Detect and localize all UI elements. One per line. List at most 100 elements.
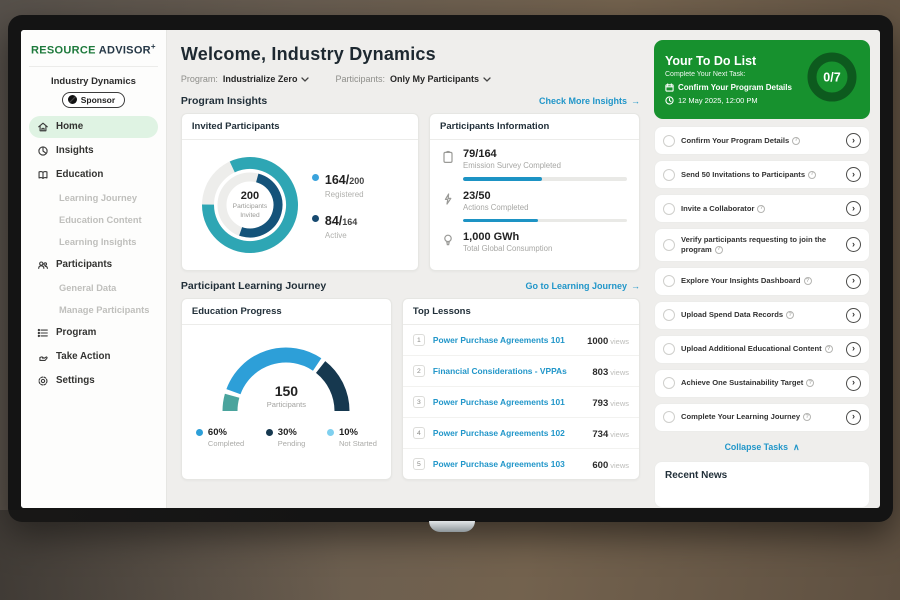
info-icon[interactable]: ? <box>825 345 833 353</box>
active-dot-icon <box>312 215 319 222</box>
insights-icon <box>37 145 49 157</box>
task-open-button[interactable]: › <box>846 274 861 289</box>
task-row-complete-learning-journey[interactable]: Complete Your Learning Journey? › <box>654 403 870 432</box>
task-checkbox[interactable] <box>663 377 675 389</box>
sidebar-item-label: Education Content <box>59 215 142 225</box>
info-icon[interactable]: ? <box>715 246 723 254</box>
sidebar-item-take-action[interactable]: Take Action <box>29 346 158 368</box>
sidebar-item-home[interactable]: Home <box>29 116 158 138</box>
sidebar-item-insights[interactable]: Insights <box>29 140 158 162</box>
task-row-send-invitations[interactable]: Send 50 Invitations to Participants? › <box>654 160 870 189</box>
info-icon[interactable]: ? <box>757 205 765 213</box>
task-checkbox[interactable] <box>663 169 675 181</box>
sidebar-item-participants[interactable]: Participants <box>29 254 158 276</box>
info-icon[interactable]: ? <box>792 137 800 145</box>
chevron-right-icon: › <box>852 276 855 285</box>
task-open-button[interactable]: › <box>846 237 861 252</box>
info-icon[interactable]: ? <box>804 277 812 285</box>
program-icon <box>37 327 49 339</box>
program-filter-dropdown[interactable]: Industrialize Zero <box>223 74 310 84</box>
lesson-link[interactable]: Power Purchase Agreements 102 <box>433 428 585 438</box>
page-title: Welcome, Industry Dynamics <box>181 44 640 65</box>
task-row-upload-spend-data[interactable]: Upload Spend Data Records? › <box>654 301 870 330</box>
take-action-icon <box>37 351 49 363</box>
task-open-button[interactable]: › <box>846 342 861 357</box>
task-row-verify-participants[interactable]: Verify participants requesting to join t… <box>654 228 870 262</box>
card-title: Invited Participants <box>182 114 418 140</box>
lesson-row: 2 Financial Considerations - VPPAs 803vi… <box>403 356 639 387</box>
info-icon[interactable]: ? <box>786 311 794 319</box>
sidebar-item-manage-participants[interactable]: Manage Participants <box>29 300 158 320</box>
task-open-button[interactable]: › <box>846 167 861 182</box>
task-row-invite-collaborator[interactable]: Invite a Collaborator? › <box>654 194 870 223</box>
sidebar-item-program[interactable]: Program <box>29 322 158 344</box>
logo-word-advisor: ADVISOR <box>99 45 151 57</box>
participants-filter-label: Participants: <box>335 74 385 84</box>
top-lessons-card: Top Lessons 1 Power Purchase Agreements … <box>402 298 640 480</box>
legend-item-pending: 30% Pending <box>266 427 306 448</box>
education-progress-card: Education Progress 150 Participants 60% <box>181 298 392 480</box>
task-checkbox[interactable] <box>663 203 675 215</box>
task-open-button[interactable]: › <box>846 201 861 216</box>
task-checkbox[interactable] <box>663 275 675 287</box>
lesson-link[interactable]: Power Purchase Agreements 103 <box>433 459 585 469</box>
todo-next-task: Confirm Your Program Details <box>678 83 792 92</box>
sidebar-item-label: Take Action <box>56 351 110 362</box>
task-row-confirm-program-details[interactable]: Confirm Your Program Details? › <box>654 126 870 155</box>
chevron-up-icon: ∧ <box>793 442 799 453</box>
sidebar-item-learning-journey[interactable]: Learning Journey <box>29 188 158 208</box>
task-open-button[interactable]: › <box>846 133 861 148</box>
org-name: Industry Dynamics <box>29 76 158 87</box>
task-open-button[interactable]: › <box>846 376 861 391</box>
info-icon[interactable]: ? <box>808 171 816 179</box>
sidebar-item-label: Settings <box>56 375 95 386</box>
card-title: Participants Information <box>430 114 639 140</box>
task-checkbox[interactable] <box>663 411 675 423</box>
invited-participants-card: Invited Participants 200 Partic <box>181 113 419 271</box>
info-icon[interactable]: ? <box>806 379 814 387</box>
donut-center-value: 200 <box>241 190 259 202</box>
task-checkbox[interactable] <box>663 135 675 147</box>
collapse-tasks-button[interactable]: Collapse Tasks ∧ <box>654 439 870 454</box>
task-checkbox[interactable] <box>663 239 675 251</box>
recent-news-card: Recent News <box>654 461 870 508</box>
sidebar-item-education-content[interactable]: Education Content <box>29 210 158 230</box>
task-row-explore-insights[interactable]: Explore Your Insights Dashboard? › <box>654 267 870 296</box>
sidebar-item-settings[interactable]: Settings <box>29 370 158 392</box>
rank-badge: 1 <box>413 334 425 346</box>
sidebar-item-learning-insights[interactable]: Learning Insights <box>29 232 158 252</box>
legend-item-registered: 164/200 Registered <box>312 171 364 199</box>
participants-filter-dropdown[interactable]: Only My Participants <box>390 74 491 84</box>
logo-word-resource: RESOURCE <box>31 45 96 57</box>
go-to-learning-journey-link[interactable]: Go to Learning Journey → <box>525 281 640 291</box>
sidebar-item-label: Learning Journey <box>59 193 137 203</box>
program-filter-label: Program: <box>181 74 218 84</box>
sidebar: RESOURCE ADVISOR+ Industry Dynamics Spon… <box>21 30 167 508</box>
todo-title: Your To Do List <box>665 54 792 68</box>
todo-progress-ring: 0/7 <box>805 50 859 109</box>
task-checkbox[interactable] <box>663 309 675 321</box>
check-more-insights-link[interactable]: Check More Insights → <box>539 96 640 106</box>
app-screen: RESOURCE ADVISOR+ Industry Dynamics Spon… <box>21 30 880 508</box>
arrow-right-icon: → <box>631 96 640 106</box>
chevron-right-icon: › <box>852 378 855 387</box>
legend-item-not-started: 10% Not Started <box>327 427 377 448</box>
lesson-link[interactable]: Power Purchase Agreements 101 <box>433 397 585 407</box>
info-icon[interactable]: ? <box>803 413 811 421</box>
rank-badge: 2 <box>413 365 425 377</box>
chevron-right-icon: › <box>852 204 855 213</box>
learning-journey-title: Participant Learning Journey <box>181 280 326 292</box>
sidebar-item-education[interactable]: Education <box>29 164 158 186</box>
sidebar-item-general-data[interactable]: General Data <box>29 278 158 298</box>
task-row-upload-educational-content[interactable]: Upload Additional Educational Content? › <box>654 335 870 364</box>
lesson-link[interactable]: Financial Considerations - VPPAs <box>433 366 585 376</box>
task-open-button[interactable]: › <box>846 308 861 323</box>
monitor-frame: RESOURCE ADVISOR+ Industry Dynamics Spon… <box>8 15 893 522</box>
education-progress-gauge-chart: 150 Participants <box>182 325 391 423</box>
task-row-achieve-sustainability-target[interactable]: Achieve One Sustainability Target? › <box>654 369 870 398</box>
task-open-button[interactable]: › <box>846 410 861 425</box>
lesson-link[interactable]: Power Purchase Agreements 101 <box>433 335 579 345</box>
sidebar-item-label: Manage Participants <box>59 305 149 315</box>
task-checkbox[interactable] <box>663 343 675 355</box>
settings-icon <box>37 375 49 387</box>
